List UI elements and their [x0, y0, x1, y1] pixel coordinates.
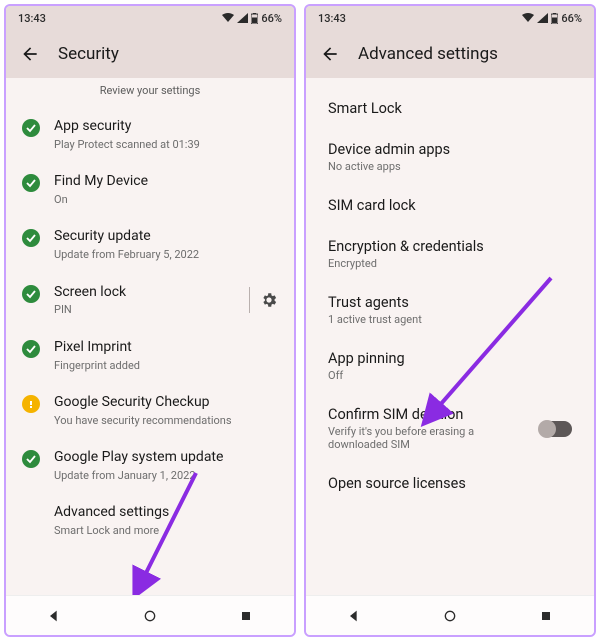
row-label: Device admin apps: [328, 141, 572, 158]
status-bar: 13:43 66%: [306, 6, 594, 30]
status-icons: 66%: [522, 12, 582, 25]
battery-percent: 66%: [261, 12, 282, 25]
row-device-admin-apps[interactable]: Device admin apps No active apps: [306, 129, 594, 185]
advanced-list: Smart Lock Device admin apps No active a…: [306, 78, 594, 595]
status-icons: 66%: [222, 12, 282, 25]
review-header: Review your settings: [6, 78, 294, 107]
nav-back-icon[interactable]: [346, 608, 362, 624]
status-badge-ok: [22, 450, 40, 468]
row-sub: Fingerprint added: [54, 359, 278, 373]
row-label: Smart Lock: [328, 100, 572, 117]
row-label: Screen lock: [54, 283, 235, 302]
battery-icon: [551, 13, 558, 24]
row-confirm-sim-deletion[interactable]: Confirm SIM deletion Verify it's you bef…: [306, 394, 594, 463]
row-sub: Update from February 5, 2022: [54, 248, 278, 262]
row-sub: PIN: [54, 303, 235, 317]
row-trust-agents[interactable]: Trust agents 1 active trust agent: [306, 282, 594, 338]
app-bar: Advanced settings: [306, 30, 594, 78]
row-encryption-credentials[interactable]: Encryption & credentials Encrypted: [306, 226, 594, 282]
page-title: Advanced settings: [358, 44, 498, 64]
nav-home-icon[interactable]: [142, 608, 158, 624]
row-sub: No active apps: [328, 160, 572, 173]
row-sub: Off: [328, 369, 572, 382]
battery-percent: 66%: [561, 12, 582, 25]
wifi-icon: [222, 13, 234, 23]
status-time: 13:43: [318, 12, 346, 25]
status-badge-ok: [22, 285, 40, 303]
row-label: Encryption & credentials: [328, 238, 572, 255]
gear-icon[interactable]: [260, 291, 278, 309]
row-find-my-device[interactable]: Find My Device On: [6, 162, 294, 217]
nav-back-icon[interactable]: [46, 608, 62, 624]
row-google-security-checkup[interactable]: Google Security Checkup You have securit…: [6, 383, 294, 438]
row-screen-lock[interactable]: Screen lock PIN: [6, 273, 294, 328]
row-app-security[interactable]: App security Play Protect scanned at 01:…: [6, 107, 294, 162]
back-icon[interactable]: [20, 44, 40, 64]
row-label: Find My Device: [54, 172, 278, 191]
app-bar: Security: [6, 30, 294, 78]
row-sim-card-lock[interactable]: SIM card lock: [306, 185, 594, 226]
back-icon[interactable]: [320, 44, 340, 64]
nav-home-icon[interactable]: [442, 608, 458, 624]
row-label: Google Play system update: [54, 448, 278, 467]
toggle-confirm-sim-deletion[interactable]: [540, 421, 572, 437]
phone-advanced-settings: 13:43 66% Advanced settings Smart Lock D…: [304, 4, 596, 637]
row-label: SIM card lock: [328, 197, 572, 214]
row-open-source-licenses[interactable]: Open source licenses: [306, 463, 594, 504]
row-label: Trust agents: [328, 294, 572, 311]
wifi-icon: [522, 13, 534, 23]
nav-recents-icon[interactable]: [238, 608, 254, 624]
status-badge-ok: [22, 340, 40, 358]
status-badge-warn: [22, 395, 40, 413]
row-smart-lock[interactable]: Smart Lock: [306, 88, 594, 129]
row-google-play-system-update[interactable]: Google Play system update Update from Ja…: [6, 438, 294, 493]
signal-icon: [237, 13, 248, 23]
row-sub: You have security recommendations: [54, 414, 278, 428]
row-security-update[interactable]: Security update Update from February 5, …: [6, 217, 294, 272]
row-pixel-imprint[interactable]: Pixel Imprint Fingerprint added: [6, 328, 294, 383]
row-label: Google Security Checkup: [54, 393, 278, 412]
status-badge-ok: [22, 119, 40, 137]
row-app-pinning[interactable]: App pinning Off: [306, 338, 594, 394]
row-label: App pinning: [328, 350, 572, 367]
row-sub: Smart Lock and more: [54, 524, 278, 538]
row-sub: Verify it's you before erasing a downloa…: [328, 425, 528, 451]
phone-security: 13:43 66% Security Review your settings …: [4, 4, 296, 637]
status-badge-ok: [22, 229, 40, 247]
row-advanced-settings[interactable]: Advanced settings Smart Lock and more: [6, 493, 294, 548]
row-sub: 1 active trust agent: [328, 313, 572, 326]
nav-bar: [6, 595, 294, 635]
signal-icon: [537, 13, 548, 23]
nav-bar: [306, 595, 594, 635]
page-title: Security: [58, 44, 119, 64]
nav-recents-icon[interactable]: [538, 608, 554, 624]
battery-icon: [251, 13, 258, 24]
status-badge-ok: [22, 174, 40, 192]
row-label: App security: [54, 117, 278, 136]
row-sub: On: [54, 193, 278, 207]
row-label: Advanced settings: [54, 503, 278, 522]
divider: [249, 287, 250, 313]
row-label: Pixel Imprint: [54, 338, 278, 357]
security-list: Review your settings App security Play P…: [6, 78, 294, 595]
status-time: 13:43: [18, 12, 46, 25]
row-label: Confirm SIM deletion: [328, 406, 528, 423]
row-label: Open source licenses: [328, 475, 572, 492]
status-bar: 13:43 66%: [6, 6, 294, 30]
row-sub: Update from January 1, 2022: [54, 469, 278, 483]
row-sub: Encrypted: [328, 257, 572, 270]
row-sub: Play Protect scanned at 01:39: [54, 138, 278, 152]
row-label: Security update: [54, 227, 278, 246]
